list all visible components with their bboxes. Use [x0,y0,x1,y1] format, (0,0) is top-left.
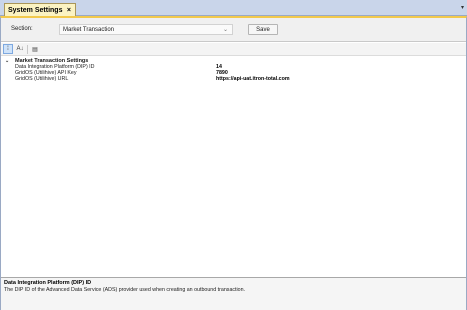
chevron-down-icon: ⌄ [222,27,228,33]
categorized-view-icon[interactable]: ⁞ [3,44,13,54]
description-pane: Data Integration Platform (DIP) ID The D… [1,277,466,310]
category-market-transaction-settings[interactable]: ⌄ Market Transaction Settings [1,57,466,64]
description-text: The DIP ID of the Advanced Data Service … [4,287,246,293]
category-label: Market Transaction Settings [15,57,89,64]
settings-panel: Section: Market Transaction ⌄ Save ⁞ A↓ … [0,16,467,310]
toolbar-divider [27,44,28,54]
save-button[interactable]: Save [248,24,278,35]
tab-system-settings[interactable]: System Settings × [4,3,77,16]
sort-alphabetical-icon[interactable]: A↓ [15,44,25,54]
property-pages-icon[interactable]: ▤ [30,44,40,54]
property-toolbar: ⁞ A↓ ▤ [1,43,466,56]
property-row[interactable]: GridOS (Utilihive) URL https://api-uat.i… [1,76,466,82]
chevron-down-icon[interactable]: ⌄ [5,58,11,64]
description-title: Data Integration Platform (DIP) ID [4,280,92,286]
property-grid: ⌄ Market Transaction Settings Data Integ… [1,57,466,83]
close-icon[interactable]: × [65,7,72,14]
section-label: Section: [11,26,33,32]
section-selected-value: Market Transaction [63,26,115,33]
property-name: GridOS (Utilihive) URL [15,76,69,82]
section-select[interactable]: Market Transaction ⌄ [59,24,233,35]
tab-strip: System Settings × ▾ [0,0,467,16]
section-bar: Section: Market Transaction ⌄ Save [1,18,466,42]
dropdown-icon[interactable]: ▾ [461,4,464,11]
tab-label: System Settings [8,6,63,14]
property-value[interactable]: https://api-uat.itron-total.com [216,76,290,82]
